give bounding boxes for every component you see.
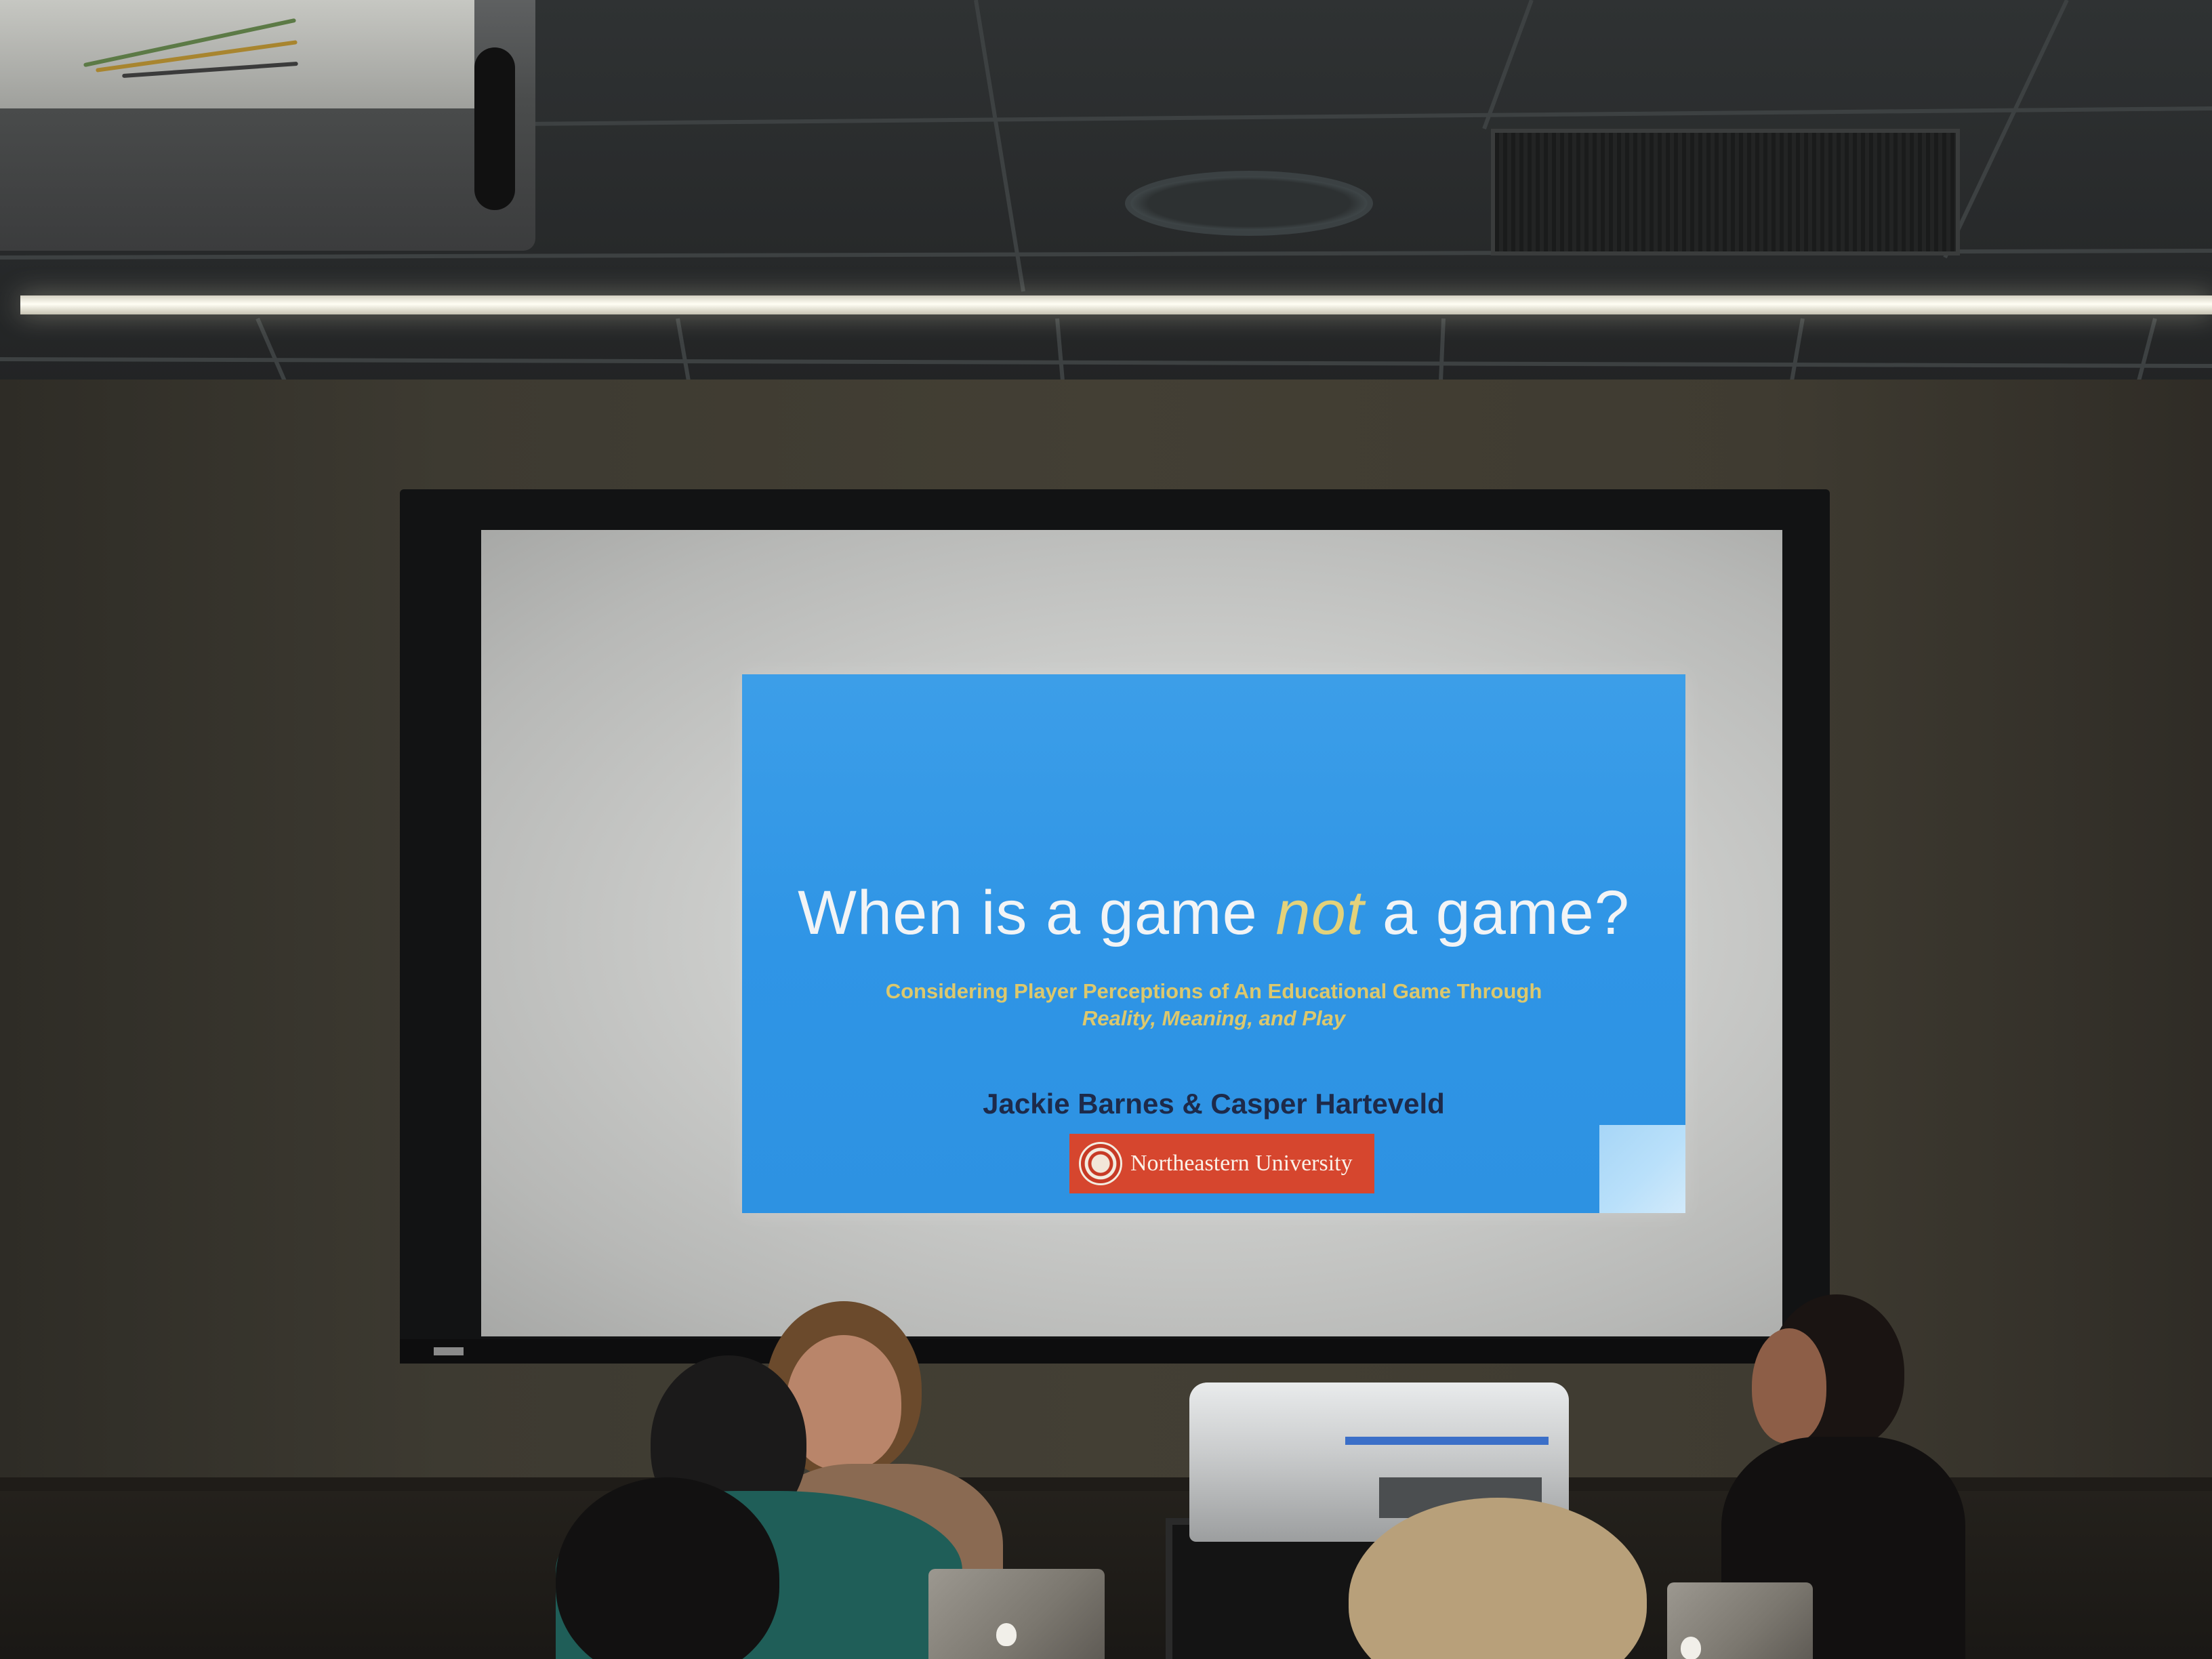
- presenter-right-face: [1752, 1328, 1826, 1443]
- university-seal-icon: [1079, 1142, 1122, 1185]
- apple-logo-icon: [1681, 1637, 1701, 1659]
- slide-title-part2: a game?: [1364, 878, 1630, 947]
- slide-subtitle-line2: Reality, Meaning, and Play: [1082, 1006, 1346, 1030]
- ceiling-speaker: [1125, 171, 1373, 236]
- air-vent: [1491, 129, 1960, 255]
- ceiling-projector-lens: [474, 47, 515, 210]
- laptop-left: [928, 1569, 1105, 1659]
- laptop-right: [1667, 1582, 1813, 1659]
- slide-corner-decoration: [1599, 1125, 1685, 1213]
- ceiling-projector: [0, 0, 535, 251]
- university-logo: Northeastern University: [1069, 1134, 1374, 1193]
- conference-room-scene: When is a game not a game? Considering P…: [0, 0, 2212, 1659]
- slide-title: When is a game not a game?: [742, 878, 1685, 949]
- presentation-slide: When is a game not a game? Considering P…: [742, 674, 1685, 1213]
- slide-subtitle: Considering Player Perceptions of An Edu…: [742, 978, 1685, 1032]
- projector-stripe: [1345, 1437, 1549, 1445]
- slide-title-part1: When is a game: [798, 878, 1276, 947]
- apple-logo-icon: [996, 1623, 1017, 1646]
- ceiling-light-strip: [20, 295, 2212, 314]
- slide-title-emphasis: not: [1275, 878, 1365, 947]
- slide-authors: Jackie Barnes & Casper Harteveld: [983, 1088, 1445, 1120]
- audience-member-right: [1328, 1491, 1667, 1659]
- slide-subtitle-line1: Considering Player Perceptions of An Edu…: [885, 979, 1542, 1003]
- audience-right-hair: [1349, 1498, 1647, 1659]
- screen-label-tag: [434, 1347, 464, 1355]
- university-name: Northeastern University: [1130, 1151, 1353, 1176]
- ceiling-projector-body: [0, 0, 474, 108]
